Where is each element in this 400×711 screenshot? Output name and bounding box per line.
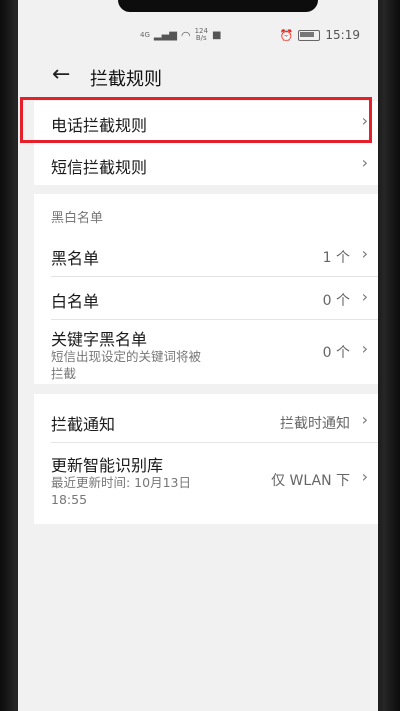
whitelist-count: 0 个 — [322, 293, 350, 309]
keyword-blacklist-desc-line2: 拦截 — [51, 366, 77, 381]
chevron-right-icon: › — [361, 287, 368, 306]
status-time: 15:19 — [325, 28, 360, 42]
wifi-icon: ◠ — [180, 28, 191, 42]
blacklist-label: 黑名单 — [51, 249, 100, 268]
network-speed: 124 B/s — [195, 28, 208, 42]
settings-card: 拦截通知 拦截时通知 › 更新智能识别库 最近更新时间: 10月13日 18:5… — [34, 394, 378, 524]
section-header-lists: 黑白名单 — [51, 211, 104, 226]
chevron-right-icon: › — [361, 244, 368, 263]
back-arrow-icon[interactable]: ← — [52, 62, 70, 88]
video-icon: ■ — [211, 29, 222, 41]
keyword-blacklist-desc-line1: 短信出现设定的关键词将被 — [51, 349, 202, 364]
keyword-blacklist-item[interactable]: 关键字黑名单 短信出现设定的关键词将被 拦截 0 个 › — [34, 320, 378, 384]
status-left: 4G ▂▄▆ ◠ 124 B/s ■ — [140, 28, 221, 42]
update-library-label: 更新智能识别库 — [51, 456, 164, 475]
signal-icon: ▂▄▆ — [153, 29, 177, 41]
page-title: 拦截规则 — [90, 69, 162, 90]
whitelist-item[interactable]: 白名单 0 个 › — [34, 277, 378, 319]
status-bar: 4G ▂▄▆ ◠ 124 B/s ■ ⏰ 15:19 — [18, 26, 378, 48]
update-time-line2: 18:55 — [51, 492, 88, 507]
update-network-value: 仅 WLAN 下 — [271, 473, 350, 489]
chevron-right-icon: › — [361, 153, 368, 172]
update-time-line1: 最近更新时间: 10月13日 — [51, 475, 191, 490]
keyword-blacklist-label: 关键字黑名单 — [51, 330, 148, 349]
alarm-icon: ⏰ — [279, 28, 294, 42]
intercept-notify-value: 拦截时通知 — [280, 416, 350, 432]
intercept-notify-item[interactable]: 拦截通知 拦截时通知 › — [34, 400, 378, 442]
camera-notch — [118, 0, 318, 12]
status-right: ⏰ 15:19 — [280, 28, 360, 42]
blacklist-item[interactable]: 黑名单 1 个 › — [34, 234, 378, 276]
keyword-blacklist-count: 0 个 — [322, 345, 350, 361]
sms-rules-label: 短信拦截规则 — [51, 158, 148, 177]
battery-icon — [298, 29, 321, 41]
whitelist-label: 白名单 — [51, 292, 100, 311]
update-library-item[interactable]: 更新智能识别库 最近更新时间: 10月13日 18:55 仅 WLAN 下 › — [34, 443, 378, 518]
speed-unit: B/s — [195, 34, 207, 42]
page-header: ← 拦截规则 — [18, 58, 378, 94]
intercept-notify-label: 拦截通知 — [51, 415, 116, 434]
highlight-box — [20, 97, 372, 143]
chevron-right-icon: › — [361, 410, 368, 429]
chevron-right-icon: › — [361, 467, 368, 486]
sms-rules-item[interactable]: 短信拦截规则 › — [34, 143, 378, 185]
network-type: 4G — [140, 30, 150, 39]
lists-card: 黑白名单 黑名单 1 个 › 白名单 0 个 › 关键字黑名单 短信出现设定的关… — [34, 194, 378, 384]
chevron-right-icon: › — [361, 339, 368, 358]
blacklist-count: 1 个 — [322, 250, 350, 266]
